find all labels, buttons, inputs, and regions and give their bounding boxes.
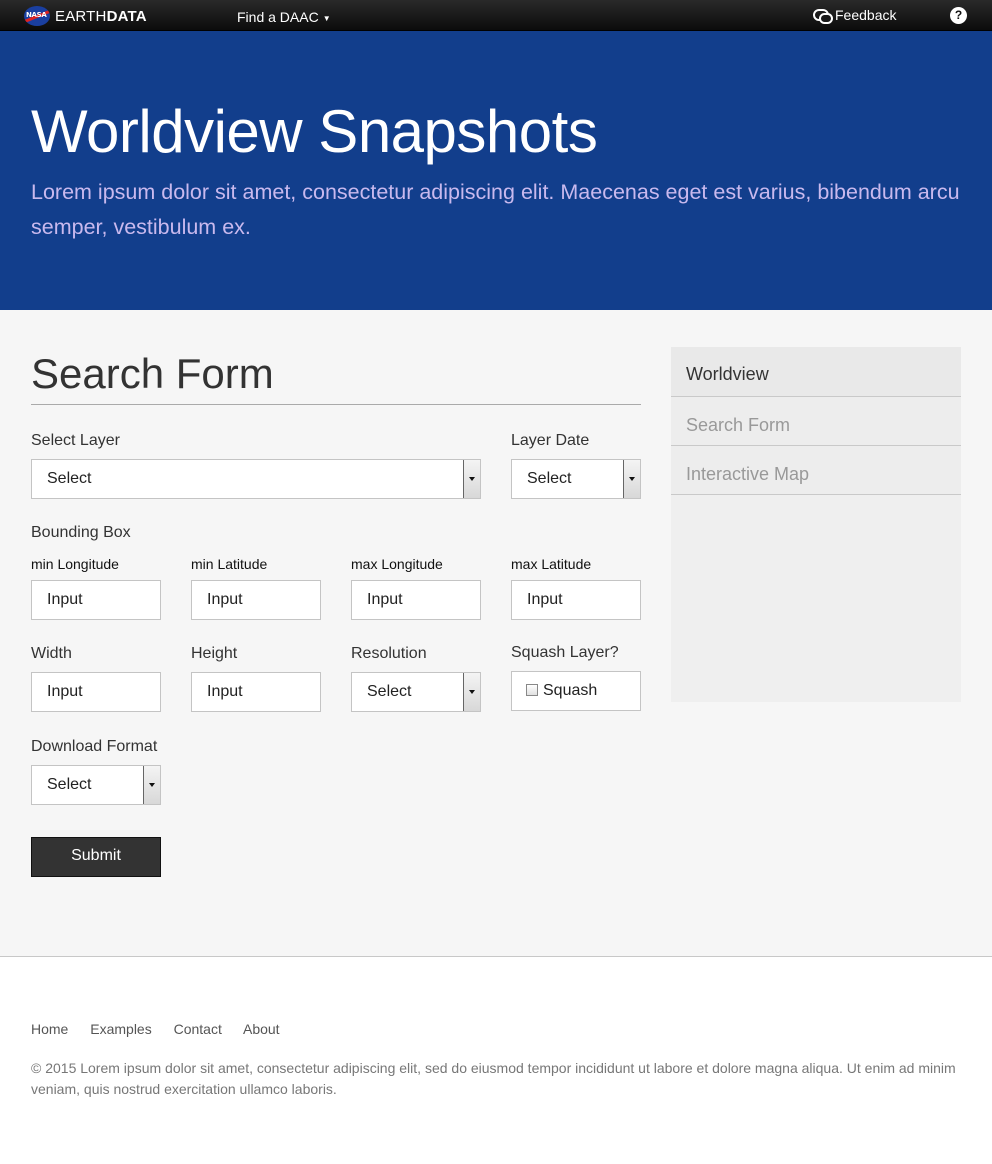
find-daac-label: Find a DAAC (237, 9, 319, 25)
squash-field: Squash (511, 671, 641, 711)
layer-date-dropdown[interactable]: Select (511, 459, 641, 499)
brand-name: EARTHDATA (55, 7, 147, 25)
download-format-dropdown[interactable]: Select (31, 765, 161, 805)
top-navigation-bar: NASA EARTHDATA Find a DAAC ▼ Feedback ? (0, 0, 992, 31)
nasa-logo-icon: NASA (24, 6, 50, 26)
width-label: Width (31, 645, 72, 662)
page-title: Worldview Snapshots (31, 98, 598, 165)
feedback-label: Feedback (835, 7, 897, 23)
main-content: Search Form Select Layer Select Layer Da… (0, 310, 992, 957)
min-latitude-input[interactable]: Input (191, 580, 321, 620)
squash-checkbox[interactable] (526, 684, 538, 696)
height-label: Height (191, 645, 238, 662)
earthdata-logo[interactable]: NASA EARTHDATA (24, 6, 147, 26)
squash-layer-label: Squash Layer? (511, 644, 619, 661)
min-latitude-label: min Latitude (191, 556, 268, 572)
sidebar-nav: Worldview Search Form Interactive Map (671, 347, 961, 702)
find-daac-menu[interactable]: Find a DAAC ▼ (237, 9, 331, 25)
feedback-link[interactable]: Feedback (813, 7, 897, 24)
dropdown-arrow-icon (463, 460, 480, 498)
caret-down-icon: ▼ (322, 14, 331, 23)
max-latitude-input[interactable]: Input (511, 580, 641, 620)
footer-link-contact[interactable]: Contact (174, 1021, 222, 1037)
footer-link-home[interactable]: Home (31, 1021, 68, 1037)
footer-links: Home Examples Contact About (31, 1021, 298, 1037)
submit-button[interactable]: Submit (31, 837, 161, 877)
form-title: Search Form (31, 350, 274, 397)
title-divider (31, 404, 641, 405)
dropdown-arrow-icon (463, 673, 480, 711)
download-format-value: Select (47, 776, 92, 793)
max-latitude-label: max Latitude (511, 556, 592, 572)
footer-link-about[interactable]: About (243, 1021, 280, 1037)
sidebar-item-interactive-map[interactable]: Interactive Map (671, 446, 961, 495)
height-input[interactable]: Input (191, 672, 321, 712)
page-subtitle: Lorem ipsum dolor sit amet, consectetur … (31, 180, 960, 239)
dropdown-arrow-icon (623, 460, 640, 498)
resolution-value: Select (367, 683, 412, 700)
footer-link-examples[interactable]: Examples (90, 1021, 151, 1037)
resolution-dropdown[interactable]: Select (351, 672, 481, 712)
sidebar-item-search-form[interactable]: Search Form (671, 397, 961, 446)
resolution-label: Resolution (351, 645, 427, 662)
width-input[interactable]: Input (31, 672, 161, 712)
sidebar-item-worldview[interactable]: Worldview (671, 347, 961, 397)
layer-date-label: Layer Date (511, 432, 590, 449)
chat-bubbles-icon (813, 8, 833, 24)
download-format-label: Download Format (31, 738, 158, 755)
dropdown-arrow-icon (143, 766, 160, 804)
copyright-text: © 2015 Lorem ipsum dolor sit amet, conse… (31, 1060, 956, 1097)
max-longitude-label: max Longitude (351, 556, 443, 572)
squash-checkbox-label[interactable]: Squash (543, 682, 597, 699)
max-longitude-input[interactable]: Input (351, 580, 481, 620)
select-layer-label: Select Layer (31, 432, 120, 449)
select-layer-value: Select (47, 470, 92, 487)
help-icon[interactable]: ? (950, 7, 967, 24)
min-longitude-input[interactable]: Input (31, 580, 161, 620)
min-longitude-label: min Longitude (31, 556, 119, 572)
select-layer-dropdown[interactable]: Select (31, 459, 481, 499)
bounding-box-label: Bounding Box (31, 524, 131, 541)
hero-banner: Worldview Snapshots Lorem ipsum dolor si… (0, 31, 992, 310)
layer-date-value: Select (527, 470, 572, 487)
